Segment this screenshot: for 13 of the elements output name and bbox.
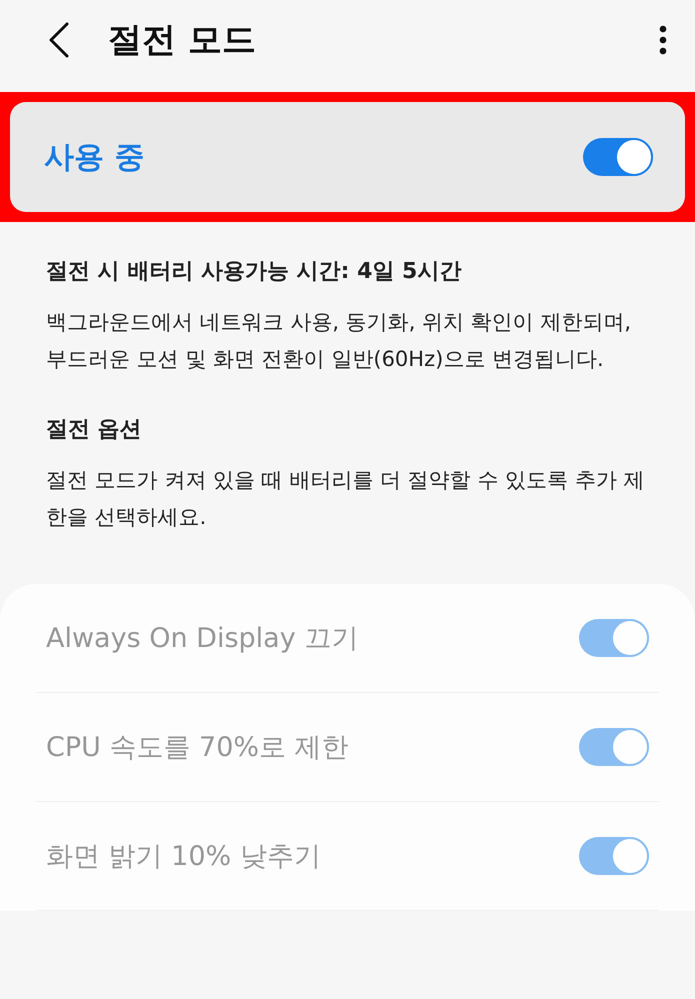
- option-label: CPU 속도를 70%로 제한: [46, 731, 349, 765]
- toggle-switch[interactable]: [583, 138, 653, 176]
- description-text: 백그라운드에서 네트워크 사용, 동기화, 위치 확인이 제한되며, 부드러운 모션 및 화면 전환이 일반(60Hz)으로 변경됩니다.: [46, 309, 632, 373]
- option-label: 화면 밝기 10% 낮추기: [46, 840, 321, 874]
- options-heading: 절전 옵션: [46, 416, 143, 444]
- back-icon[interactable]: [48, 22, 70, 58]
- option-label: Always On Display 끄기: [46, 622, 358, 656]
- battery-estimate: 절전 시 배터리 사용가능 시간: 4일 5시간: [46, 258, 462, 286]
- screen-title: 절전 모드: [108, 19, 257, 62]
- options-description: 절전 모드가 켜져 있을 때 배터리를 더 절약할 수 있도록 추가 제한을 선택하세요.: [46, 467, 646, 531]
- master-switch-label: 사용 중: [44, 138, 144, 176]
- master-switch-row[interactable]: 사용 중: [10, 102, 685, 212]
- more-options-icon[interactable]: [659, 25, 667, 55]
